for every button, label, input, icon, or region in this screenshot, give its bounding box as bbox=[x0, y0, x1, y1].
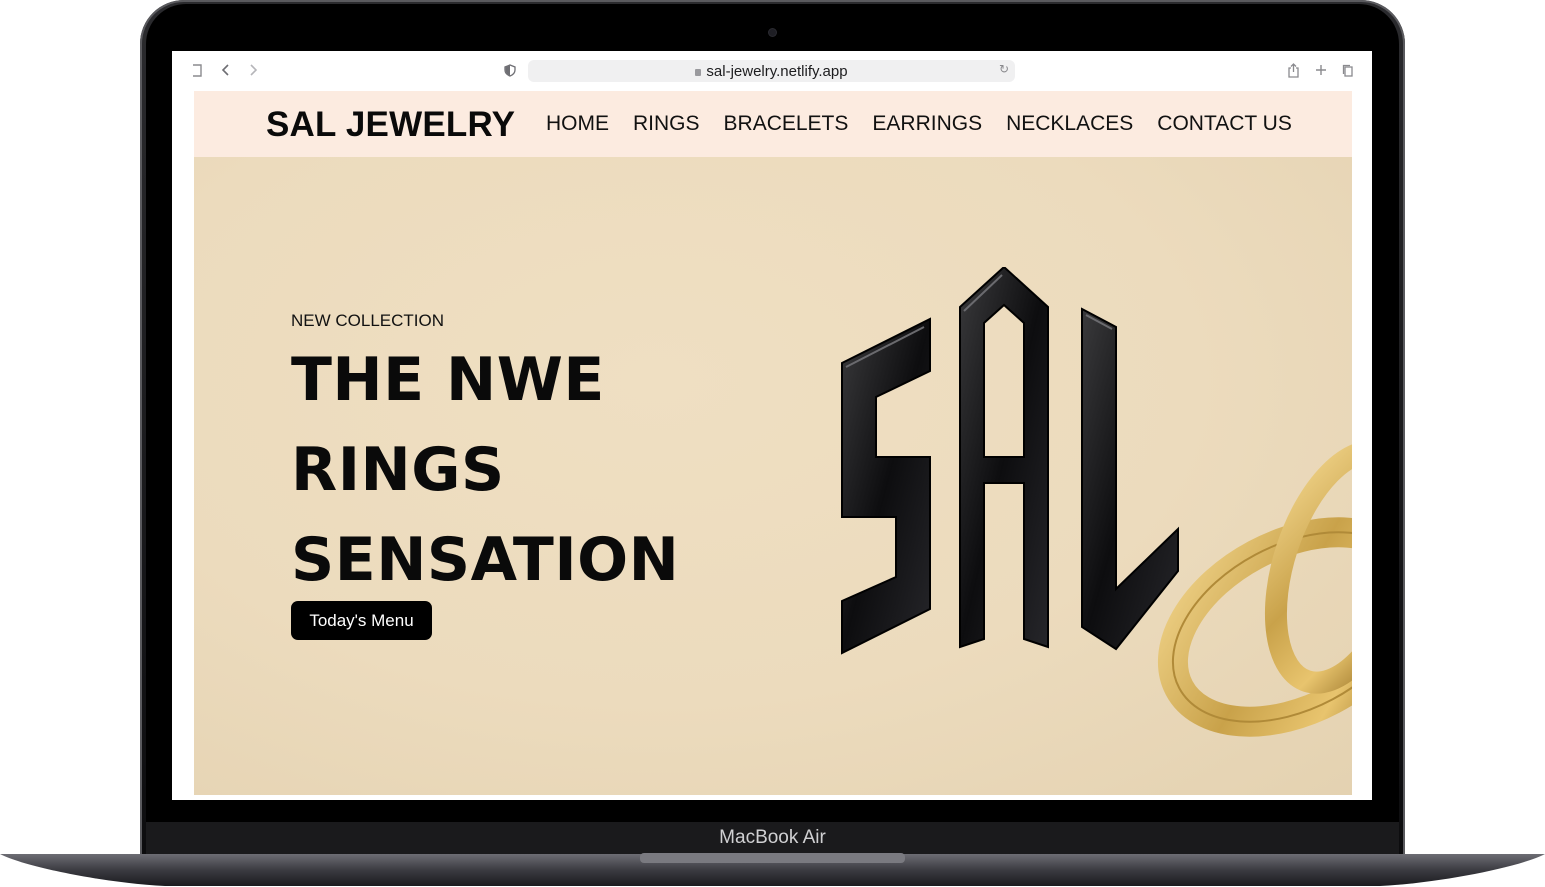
hero-title-line: SENSATION bbox=[291, 525, 680, 595]
tabs-overview-icon[interactable] bbox=[1340, 61, 1356, 79]
reload-icon[interactable]: ↻ bbox=[999, 62, 1009, 76]
shield-icon[interactable] bbox=[502, 61, 518, 79]
share-icon[interactable] bbox=[1285, 61, 1301, 79]
macbook-mockup: sal-jewelry.netlify.app ↻ SAL JEWELRY HO… bbox=[0, 0, 1545, 887]
todays-menu-button[interactable]: Today's Menu bbox=[291, 601, 432, 640]
nav-link-home[interactable]: HOME bbox=[546, 112, 609, 136]
laptop-base bbox=[0, 853, 1545, 886]
nav-link-earrings[interactable]: EARRINGS bbox=[872, 112, 982, 136]
brand-logo[interactable]: SAL JEWELRY bbox=[266, 105, 515, 145]
hero-title: THE NWE RINGS SENSATION bbox=[291, 335, 679, 605]
url-text: sal-jewelry.netlify.app bbox=[706, 62, 848, 80]
nav-link-bracelets[interactable]: BRACELETS bbox=[724, 112, 849, 136]
hero-section: NEW COLLECTION THE NWE RINGS SENSATION T… bbox=[194, 157, 1352, 795]
browser-window: sal-jewelry.netlify.app ↻ SAL JEWELRY HO… bbox=[172, 51, 1372, 800]
plus-icon[interactable] bbox=[1313, 61, 1329, 79]
hero-title-line: THE NWE bbox=[291, 345, 605, 415]
sidebar-icon[interactable] bbox=[190, 61, 206, 79]
hero-title-line: RINGS bbox=[291, 435, 505, 505]
browser-toolbar: sal-jewelry.netlify.app ↻ bbox=[172, 51, 1372, 91]
main-nav: HOME RINGS BRACELETS EARRINGS NECKLACES … bbox=[546, 112, 1292, 136]
device-label: MacBook Air bbox=[146, 822, 1399, 854]
chevron-right-icon[interactable] bbox=[245, 61, 261, 79]
hero-kicker: NEW COLLECTION bbox=[291, 311, 445, 330]
address-bar[interactable]: sal-jewelry.netlify.app ↻ bbox=[528, 60, 1015, 82]
nav-link-contact-us[interactable]: CONTACT US bbox=[1157, 112, 1292, 136]
nav-link-rings[interactable]: RINGS bbox=[633, 112, 700, 136]
sal-logo-letters bbox=[841, 267, 1179, 655]
website: SAL JEWELRY HOME RINGS BRACELETS EARRING… bbox=[194, 91, 1352, 795]
nav-link-necklaces[interactable]: NECKLACES bbox=[1006, 112, 1133, 136]
camera-icon bbox=[769, 29, 776, 36]
chevron-left-icon[interactable] bbox=[218, 61, 234, 79]
screen-chin bbox=[146, 800, 1399, 822]
lock-icon bbox=[695, 68, 702, 76]
site-header: SAL JEWELRY HOME RINGS BRACELETS EARRING… bbox=[194, 91, 1352, 157]
sal-logo-rings-image bbox=[841, 267, 1352, 737]
